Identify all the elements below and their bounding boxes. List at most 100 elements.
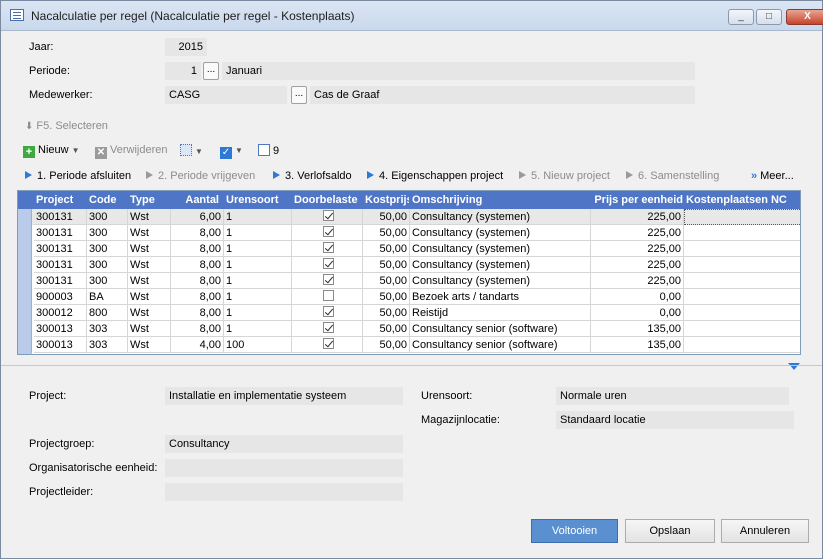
step-periode-vrijgeven[interactable]: 2. Periode vrijgeven [146, 170, 255, 182]
col-project[interactable]: Project [34, 191, 86, 209]
row-selector[interactable] [18, 225, 32, 241]
cell-code[interactable]: BA [87, 289, 128, 305]
col-prijs[interactable]: Prijs per eenheid [591, 191, 683, 209]
cell-aantal[interactable]: 8,00 [171, 225, 224, 241]
step-samenstelling[interactable]: 6. Samenstelling [626, 170, 719, 182]
doorbelaste-checkbox[interactable] [322, 258, 334, 269]
check-options-button[interactable]: ✓ ▼ [220, 144, 243, 159]
cell-urensoort[interactable]: 1 [224, 209, 292, 225]
cell-aantal[interactable]: 8,00 [171, 273, 224, 289]
cell-aantal[interactable]: 4,00 [171, 337, 224, 353]
cell-project[interactable]: 300131 [34, 273, 87, 289]
cell-prijs[interactable]: 225,00 [591, 257, 684, 273]
cell-aantal[interactable]: 8,00 [171, 289, 224, 305]
step-eigenschappen-project[interactable]: 4. Eigenschappen project [367, 170, 503, 182]
cell-code[interactable]: 300 [87, 225, 128, 241]
cell-urensoort[interactable]: 1 [224, 225, 292, 241]
doorbelaste-checkbox[interactable] [322, 210, 334, 221]
cell-urensoort[interactable]: 1 [224, 305, 292, 321]
cell-nc[interactable] [684, 225, 800, 241]
opslaan-button[interactable]: Opslaan [625, 519, 715, 543]
cell-type[interactable]: Wst [128, 321, 171, 337]
cell-code[interactable]: 300 [87, 209, 128, 225]
cell-kostprijs[interactable]: 50,00 [363, 209, 410, 225]
cell-project[interactable]: 300012 [34, 305, 87, 321]
cell-type[interactable]: Wst [128, 225, 171, 241]
cell-prijs[interactable]: 135,00 [591, 321, 684, 337]
cell-code[interactable]: 303 [87, 337, 128, 353]
col-type[interactable]: Type [128, 191, 170, 209]
doorbelaste-checkbox[interactable] [322, 226, 334, 237]
cell-omschrijving[interactable]: Consultancy (systemen) [410, 257, 591, 273]
cell-project[interactable]: 300131 [34, 225, 87, 241]
periode-lookup-button[interactable]: ... [203, 62, 219, 80]
cell-urensoort[interactable]: 100 [224, 337, 292, 353]
cell-urensoort[interactable]: 1 [224, 289, 292, 305]
cell-prijs[interactable]: 225,00 [591, 225, 684, 241]
table-row[interactable]: 300012 800 Wst 8,00 1 50,00 Reistijd 0,00 [18, 305, 800, 321]
cell-prijs[interactable]: 0,00 [591, 305, 684, 321]
jaar-field[interactable]: 2015 [165, 38, 207, 56]
magazijnlocatie-field[interactable]: Standaard locatie [556, 411, 794, 429]
cell-checked[interactable] [292, 289, 363, 305]
cell-kostprijs[interactable]: 50,00 [363, 321, 410, 337]
cell-prijs[interactable]: 135,00 [591, 337, 684, 353]
cell-aantal[interactable]: 8,00 [171, 305, 224, 321]
cell-nc[interactable] [684, 257, 800, 273]
table-row[interactable]: 300131 300 Wst 8,00 1 50,00 Consultancy (syste… [18, 273, 800, 289]
voltooien-button[interactable]: Voltooien [531, 519, 618, 543]
col-urensoort[interactable]: Urensoort [224, 191, 291, 209]
row-selector[interactable] [18, 273, 32, 289]
cell-urensoort[interactable]: 1 [224, 257, 292, 273]
row-selector[interactable] [18, 289, 32, 305]
cell-prijs[interactable]: 0,00 [591, 289, 684, 305]
cell-nc[interactable] [684, 305, 800, 321]
cell-kostprijs[interactable]: 50,00 [363, 257, 410, 273]
col-aantal[interactable]: Aantal [171, 191, 223, 209]
minimize-button[interactable]: _ [728, 9, 754, 25]
cell-aantal[interactable]: 8,00 [171, 241, 224, 257]
cell-project[interactable]: 300131 [34, 241, 87, 257]
cell-code[interactable]: 300 [87, 241, 128, 257]
cell-type[interactable]: Wst [128, 337, 171, 353]
cell-omschrijving[interactable]: Consultancy (systemen) [410, 209, 591, 225]
table-row[interactable]: 300013 303 Wst 8,00 1 50,00 Consultancy senior… [18, 321, 800, 337]
cell-project[interactable]: 300013 [34, 337, 87, 353]
col-kostprijs[interactable]: Kostprijs [363, 191, 409, 209]
table-row[interactable]: 900003 BA Wst 8,00 1 50,00 Bezoek arts / tanda… [18, 289, 800, 305]
nieuw-button[interactable]: + Nieuw ▼ [23, 144, 80, 158]
annuleren-button[interactable]: Annuleren [721, 519, 809, 543]
grid-options-button[interactable]: ▼ [180, 144, 203, 157]
doorbelaste-checkbox[interactable] [322, 242, 334, 253]
periode-field[interactable]: 1 [165, 62, 201, 80]
cell-urensoort[interactable]: 1 [224, 241, 292, 257]
step-periode-afsluiten[interactable]: 1. Periode afsluiten [25, 170, 131, 182]
row-selector[interactable] [18, 337, 32, 353]
cell-nc[interactable] [684, 337, 800, 353]
meer-button[interactable]: » Meer... [751, 170, 794, 182]
cell-nc[interactable] [684, 209, 800, 225]
cell-urensoort[interactable]: 1 [224, 321, 292, 337]
cell-prijs[interactable]: 225,00 [591, 241, 684, 257]
cell-nc[interactable] [684, 273, 800, 289]
table-row[interactable]: 300131 300 Wst 6,00 1 50,00 Consultancy (syste… [18, 209, 800, 225]
col-kostenplaatsen[interactable]: Kostenplaatsen NC [684, 191, 800, 209]
cell-prijs[interactable]: 225,00 [591, 273, 684, 289]
cell-type[interactable]: Wst [128, 241, 171, 257]
cell-type[interactable]: Wst [128, 209, 171, 225]
cell-kostprijs[interactable]: 50,00 [363, 273, 410, 289]
cell-checked[interactable] [292, 337, 363, 353]
step-nieuw-project[interactable]: 5. Nieuw project [519, 170, 610, 182]
cell-project[interactable]: 900003 [34, 289, 87, 305]
cell-kostprijs[interactable]: 50,00 [363, 337, 410, 353]
row-selector[interactable] [18, 241, 32, 257]
step-verlofsaldo[interactable]: 3. Verlofsaldo [273, 170, 352, 182]
cell-nc[interactable] [684, 241, 800, 257]
cell-omschrijving[interactable]: Bezoek arts / tandarts [410, 289, 591, 305]
cell-checked[interactable] [292, 305, 363, 321]
doorbelaste-checkbox[interactable] [322, 290, 334, 301]
cell-code[interactable]: 303 [87, 321, 128, 337]
row-selector[interactable] [18, 321, 32, 337]
cell-project[interactable]: 300013 [34, 321, 87, 337]
cell-kostprijs[interactable]: 50,00 [363, 305, 410, 321]
